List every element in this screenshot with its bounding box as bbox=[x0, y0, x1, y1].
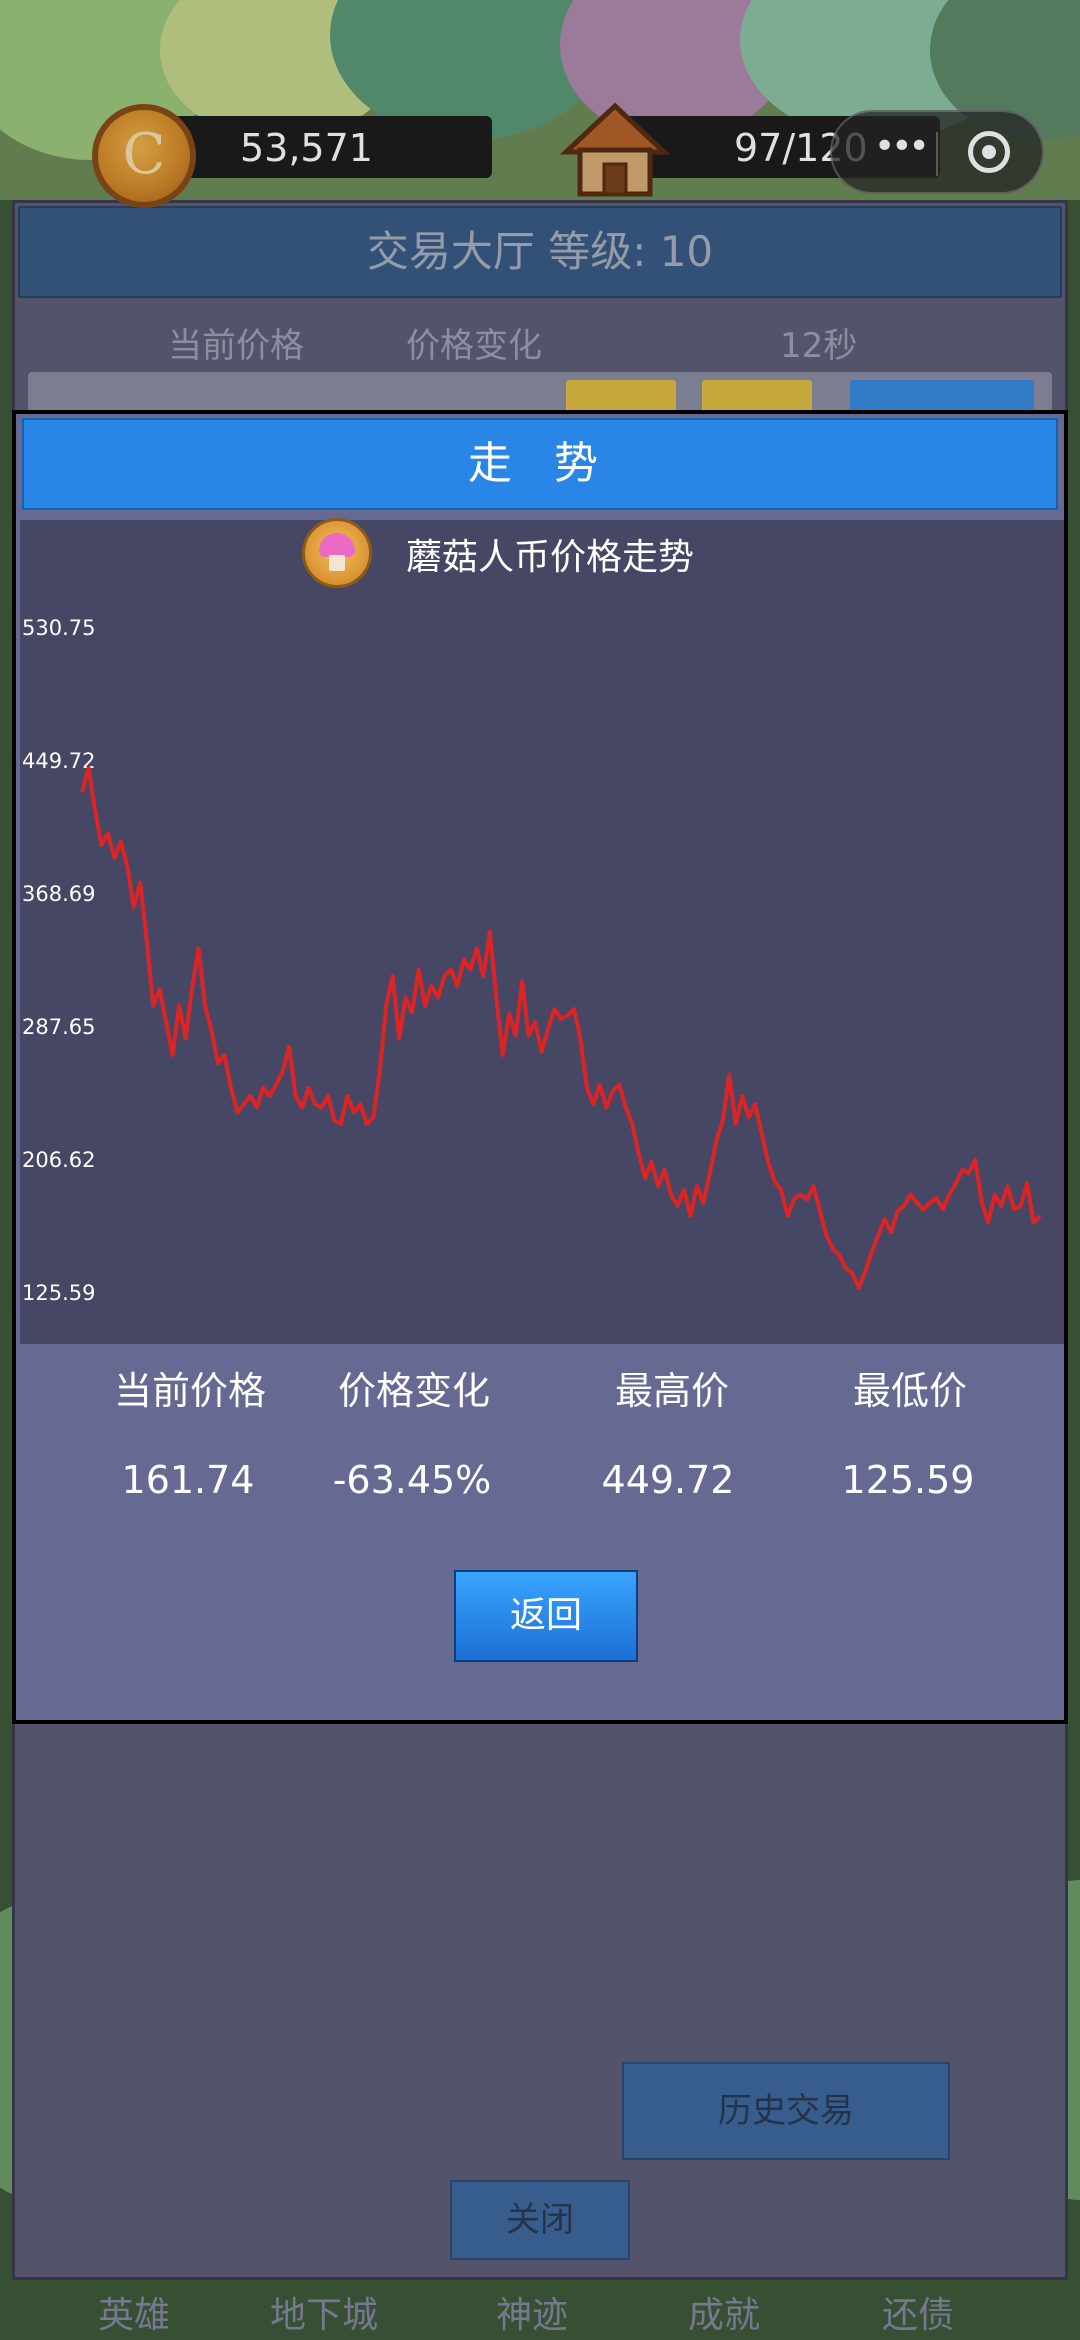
price-change-value: -63.45% bbox=[332, 1458, 492, 1502]
highest-price-value: 449.72 bbox=[601, 1458, 735, 1502]
lowest-price-label: 最低价 bbox=[852, 1369, 967, 1413]
price-change-label: 价格变化 bbox=[337, 1369, 490, 1413]
y-tick-label: 530.75 bbox=[22, 616, 95, 640]
current-price-value: 161.74 bbox=[121, 1458, 255, 1502]
lowest-price-value: 125.59 bbox=[841, 1458, 975, 1502]
current-price-label: 当前价格 bbox=[113, 1369, 266, 1413]
price-series-line bbox=[80, 765, 1042, 1290]
y-tick-label: 206.62 bbox=[22, 1148, 95, 1172]
price-trend-chart: 530.75 449.72 368.69 287.65 206.62 125.59 bbox=[22, 616, 1042, 1305]
y-tick-label: 125.59 bbox=[22, 1281, 95, 1305]
mushroom-coin-icon bbox=[302, 518, 372, 588]
highest-price-label: 最高价 bbox=[614, 1369, 729, 1413]
y-tick-label: 449.72 bbox=[22, 749, 95, 773]
y-tick-label: 287.65 bbox=[22, 1015, 95, 1039]
y-tick-label: 368.69 bbox=[22, 882, 95, 906]
chart-title: 蘑菇人币价格走势 bbox=[406, 537, 695, 578]
trend-modal-header: 走 势 bbox=[22, 418, 1058, 510]
back-button[interactable]: 返回 bbox=[454, 1570, 638, 1662]
